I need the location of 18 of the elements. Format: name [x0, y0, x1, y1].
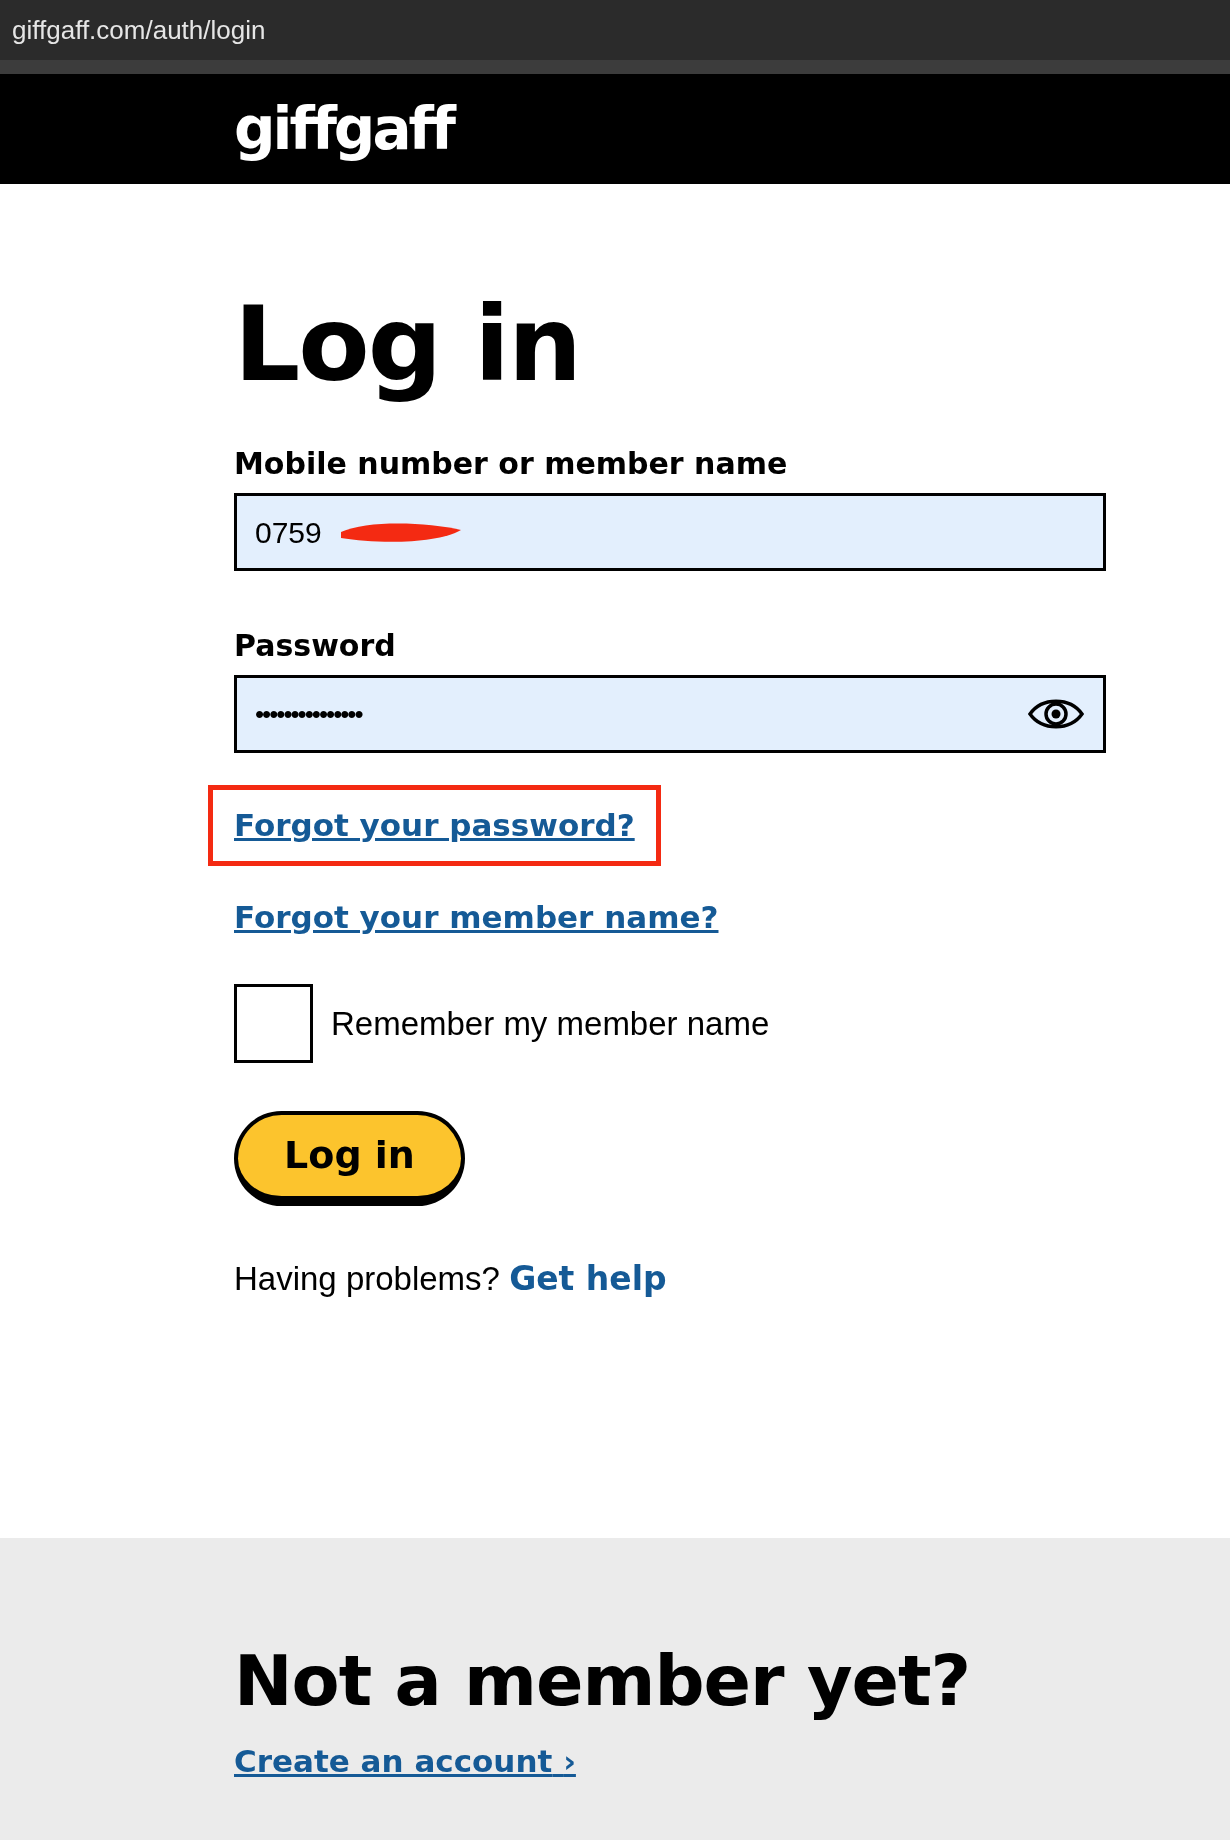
field-value: ••••••••••••••• [255, 697, 362, 731]
url-text[interactable]: giffgaff.com/auth/login [12, 10, 266, 50]
checkbox-label: Remember my member name [331, 1003, 770, 1044]
field-label: Password [234, 631, 397, 661]
forgot-link[interactable]: Forgot your member name? [234, 898, 719, 935]
login-button[interactable]: Log in [234, 1111, 465, 1206]
logo[interactable]: giffgaff [234, 85, 453, 173]
remember-checkbox[interactable] [234, 984, 313, 1063]
footer-title: Not a member yet? [234, 1639, 971, 1724]
help-link[interactable]: Get help [509, 1259, 667, 1298]
text-field[interactable]: 0759 [234, 493, 1106, 571]
field-value: 0759 [255, 514, 322, 551]
forgot-link[interactable]: Forgot your password? [234, 807, 635, 843]
field-label: Mobile number or member name [234, 449, 789, 479]
password-field[interactable]: ••••••••••••••• [234, 675, 1106, 753]
create-account-link[interactable]: Create an account › [234, 1737, 576, 1784]
page-title: Log in [234, 282, 581, 407]
help-text: Having problems? Get help [234, 1258, 668, 1300]
